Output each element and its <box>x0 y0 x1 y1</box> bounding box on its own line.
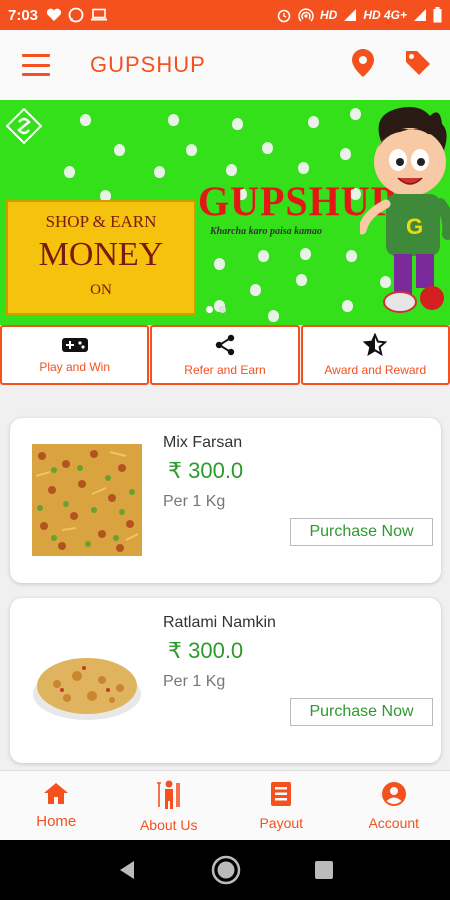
nav-label: About Us <box>139 816 198 833</box>
pager-dot[interactable] <box>206 306 213 313</box>
recents-icon[interactable] <box>314 860 334 880</box>
status-time: 7:03 <box>8 6 39 24</box>
back-icon[interactable] <box>116 859 138 881</box>
battery-icon <box>433 7 442 23</box>
product-unit: Per 1 Kg <box>163 493 226 510</box>
nav-payout[interactable]: Payout <box>225 771 338 840</box>
product-name: Mix Farsan <box>163 434 243 451</box>
signal-icon <box>343 8 357 22</box>
nav-label: Payout <box>259 814 304 831</box>
gamepad-icon <box>61 338 88 352</box>
shop-line-1: SHOP & EARN <box>45 212 157 231</box>
network-label-2: HD 4G+ <box>363 8 407 22</box>
feature-label: Award and Reward <box>324 363 427 377</box>
share-icon <box>215 334 235 356</box>
award-and-reward-card[interactable]: Award and Reward <box>300 325 450 385</box>
star-award-icon <box>363 333 388 357</box>
nav-home[interactable]: Home <box>0 771 113 840</box>
product-card[interactable]: Mix Farsan ₹ 300.0 Per 1 Kg Purchase Now <box>10 418 441 583</box>
product-price: ₹ 300.0 <box>168 458 244 483</box>
system-navigation-bar <box>0 840 450 900</box>
bottom-navigation: Home About Us Payout Account <box>0 770 450 840</box>
promo-banner[interactable]: SHOP & EARN MONEY ON GUPSHUP Kharcha kar… <box>0 100 450 325</box>
brand-logo-icon <box>6 108 42 144</box>
mix-farsan-image <box>32 444 142 556</box>
product-card[interactable]: Ratlami Namkin ₹ 300.0 Per 1 Kg Purchase… <box>10 598 441 763</box>
product-price: ₹ 300.0 <box>168 638 244 663</box>
mascot-boy-icon: G <box>360 107 450 313</box>
nav-label: Home <box>36 813 77 830</box>
ratlami-namkin-image <box>32 624 142 736</box>
feature-label: Play and Win <box>39 360 111 374</box>
network-label: HD <box>319 8 338 22</box>
status-bar: 7:03 HD HD 4G+ <box>0 0 450 30</box>
shop-line-3: ON <box>90 282 112 298</box>
svg-text:G: G <box>406 214 423 239</box>
person-icon <box>156 780 180 809</box>
signal-icon-2 <box>413 8 427 22</box>
nav-account[interactable]: Account <box>338 771 450 840</box>
play-and-win-card[interactable]: Play and Win <box>0 325 150 385</box>
nav-label: Account <box>368 814 420 831</box>
purchase-now-button[interactable]: Purchase Now <box>290 698 433 726</box>
alarm-icon <box>276 7 292 23</box>
app-title: GUPSHUP <box>90 52 206 77</box>
home-icon <box>44 783 69 804</box>
laptop-icon <box>90 8 108 22</box>
account-circle-icon <box>381 781 406 806</box>
pager-dot[interactable] <box>219 306 226 313</box>
feature-cards-row: Play and Win Refer and Earn Award and Re… <box>0 325 450 385</box>
feature-label: Refer and Earn <box>184 363 266 377</box>
product-name: Ratlami Namkin <box>163 614 276 631</box>
product-unit: Per 1 Kg <box>163 673 226 690</box>
banner-tagline: Kharcha karo paisa kamao <box>210 226 322 237</box>
nav-about-us[interactable]: About Us <box>113 771 226 840</box>
shop-earn-box: SHOP & EARN MONEY ON <box>6 200 196 315</box>
heart-icon <box>46 8 62 22</box>
app-bar: GUPSHUP <box>0 30 450 100</box>
menu-icon[interactable] <box>22 54 50 76</box>
shop-line-2: MONEY <box>38 236 164 273</box>
banner-pager <box>206 306 226 313</box>
tag-icon[interactable] <box>404 49 432 82</box>
refer-and-earn-card[interactable]: Refer and Earn <box>150 325 300 385</box>
location-pin-icon[interactable] <box>352 48 374 82</box>
whatsapp-icon <box>68 7 84 23</box>
receipt-icon <box>271 781 292 806</box>
home-circle-icon[interactable] <box>211 855 241 885</box>
purchase-now-button[interactable]: Purchase Now <box>290 518 433 546</box>
hotspot-icon <box>298 7 314 23</box>
